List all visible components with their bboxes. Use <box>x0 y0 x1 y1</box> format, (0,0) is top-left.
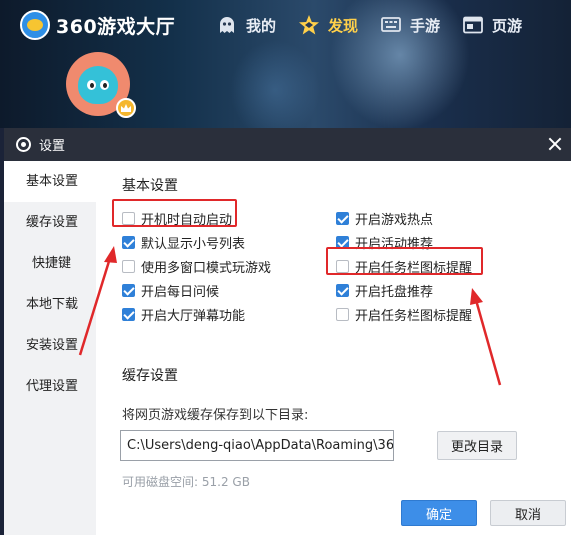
top-nav: 我的 发现 手游 页游 <box>216 14 544 36</box>
settings-sidebar: 基本设置 缓存设置 快捷键 本地下载 安装设置 代理设置 <box>4 161 96 535</box>
ghost-icon <box>216 14 238 36</box>
option-label: 开启任务栏图标提醒 <box>355 309 473 324</box>
option-label: 开启每日问候 <box>141 285 220 300</box>
sidebar-item-download[interactable]: 本地下载 <box>4 284 96 325</box>
option-taskbar-reminder-2[interactable]: 开启任务栏图标提醒 <box>336 305 472 324</box>
app-title: 360游戏大厅 <box>56 15 176 38</box>
nav-discover-label: 发现 <box>328 16 359 35</box>
dialog-title: 设置 <box>39 139 66 154</box>
section-title-cache: 缓存设置 <box>122 368 178 384</box>
highlight-box-taskbar <box>326 247 483 275</box>
option-danmaku[interactable]: 开启大厅弹幕功能 <box>122 305 245 324</box>
settings-dialog: 设置 基本设置 缓存设置 快捷键 本地下载 安装设置 代理设置 基本设置 开机时… <box>4 128 571 535</box>
logo-icon <box>20 10 50 40</box>
option-label: 开启游戏热点 <box>355 213 434 228</box>
section-title-basic: 基本设置 <box>122 178 178 194</box>
sidebar-item-basic[interactable]: 基本设置 <box>4 161 96 202</box>
cache-path-label: 将网页游戏缓存保存到以下目录: <box>122 408 309 423</box>
option-multi-window[interactable]: 使用多窗口模式玩游戏 <box>122 257 271 276</box>
checkbox[interactable] <box>122 236 135 249</box>
checkbox[interactable] <box>122 284 135 297</box>
nav-mine[interactable]: 我的 <box>216 14 276 36</box>
browser-icon <box>462 14 484 36</box>
cancel-button[interactable]: 取消 <box>490 500 566 526</box>
nav-mobile-games-label: 手游 <box>410 16 441 35</box>
sidebar-item-shortcuts[interactable]: 快捷键 <box>4 243 96 284</box>
keyboard-icon <box>380 14 402 36</box>
app-header: 360游戏大厅 我的 发现 手游 页游 <box>0 0 571 128</box>
checkbox[interactable] <box>122 260 135 273</box>
nav-web-games-label: 页游 <box>492 16 523 35</box>
ok-button[interactable]: 确定 <box>401 500 477 526</box>
checkbox[interactable] <box>336 308 349 321</box>
change-directory-button[interactable]: 更改目录 <box>437 431 517 460</box>
app-logo: 360游戏大厅 <box>20 10 175 40</box>
checkbox[interactable] <box>336 212 349 225</box>
disk-space-text: 可用磁盘空间: 51.2 GB <box>122 475 250 489</box>
option-show-alt-list[interactable]: 默认显示小号列表 <box>122 233 245 252</box>
star-icon <box>298 14 320 36</box>
option-game-hotspot[interactable]: 开启游戏热点 <box>336 209 433 228</box>
highlight-box-autostart <box>112 199 237 227</box>
checkbox[interactable] <box>336 284 349 297</box>
sidebar-item-proxy[interactable]: 代理设置 <box>4 366 96 407</box>
checkbox[interactable] <box>122 308 135 321</box>
nav-discover[interactable]: 发现 <box>298 14 358 36</box>
settings-content: 基本设置 开机时自动启动 默认显示小号列表 使用多窗口模式玩游戏 开启每日问候 … <box>96 161 571 535</box>
dialog-title-bar: 设置 <box>4 128 571 161</box>
sidebar-item-cache[interactable]: 缓存设置 <box>4 202 96 243</box>
sidebar-item-install[interactable]: 安装设置 <box>4 325 96 366</box>
nav-mine-label: 我的 <box>246 16 277 35</box>
option-label: 开启大厅弹幕功能 <box>141 309 246 324</box>
nav-mobile-games[interactable]: 手游 <box>380 14 440 36</box>
option-label: 开启托盘推荐 <box>355 285 434 300</box>
option-label: 默认显示小号列表 <box>141 237 246 252</box>
option-daily-greeting[interactable]: 开启每日问候 <box>122 281 219 300</box>
nav-web-games[interactable]: 页游 <box>462 14 522 36</box>
option-tray-recommend[interactable]: 开启托盘推荐 <box>336 281 433 300</box>
option-label: 使用多窗口模式玩游戏 <box>141 261 272 276</box>
crown-icon <box>116 98 136 118</box>
cache-path-input[interactable]: C:\Users\deng-qiao\AppData\Roaming\360G <box>120 430 394 461</box>
settings-icon <box>16 137 31 152</box>
close-icon[interactable] <box>547 136 563 152</box>
